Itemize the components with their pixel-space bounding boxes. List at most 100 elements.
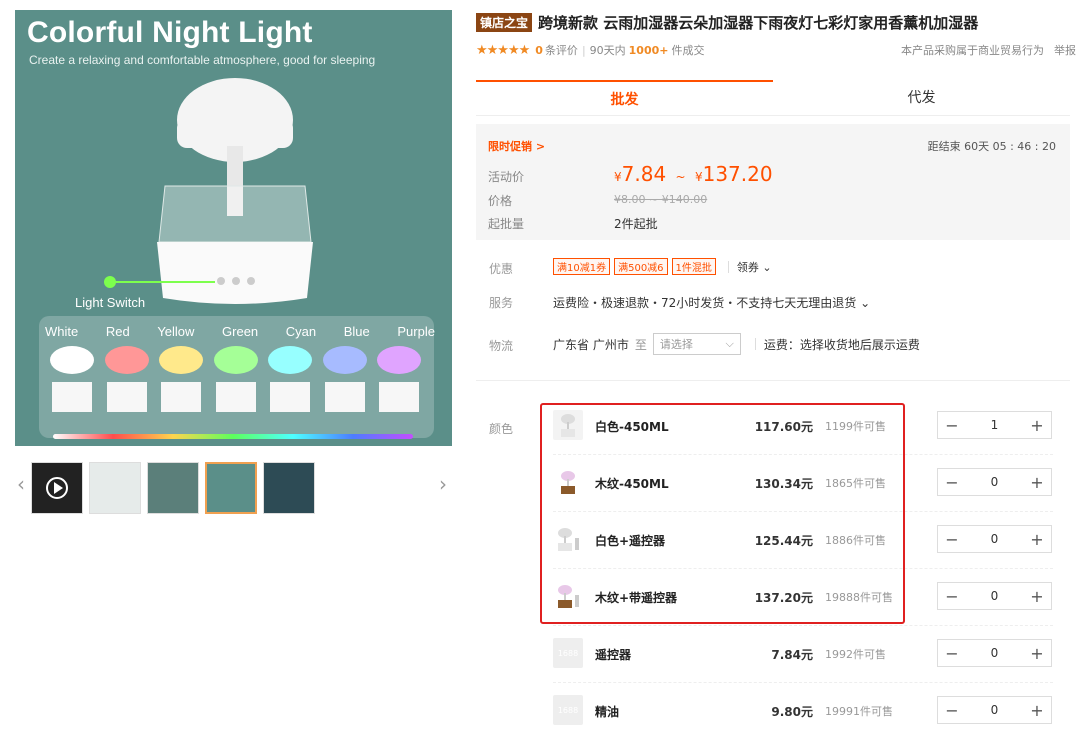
sku-name: 遥控器 bbox=[595, 648, 632, 662]
shop-tag-badge: 镇店之宝 bbox=[476, 13, 533, 32]
minus-button[interactable]: − bbox=[938, 530, 966, 549]
claim-coupon-button[interactable]: 领券 ⌄ bbox=[737, 259, 772, 275]
hero-title: Colorful Night Light bbox=[27, 16, 313, 49]
destination-select[interactable]: 请选择 ⌵ bbox=[652, 333, 741, 355]
quantity-input[interactable]: 0 bbox=[966, 589, 1023, 603]
sku-name: 精油 bbox=[595, 705, 620, 719]
color-name: Cyan bbox=[285, 324, 317, 339]
review-count[interactable]: 0 bbox=[535, 44, 543, 57]
sku-thumbnail-placeholder[interactable]: 1688 bbox=[553, 638, 583, 668]
thumbnail[interactable] bbox=[321, 462, 373, 514]
minus-button[interactable]: − bbox=[938, 587, 966, 606]
coupon-badge[interactable]: 满10减1券 bbox=[553, 258, 611, 275]
price-box: 限时促销 > 距结束 60天 05 : 46 : 20 活动价 ¥7.84 ~ … bbox=[476, 124, 1070, 240]
report-link[interactable]: 举报 bbox=[1054, 42, 1076, 58]
plus-button[interactable]: + bbox=[1023, 473, 1051, 492]
sku-stock: 1992件可售 bbox=[825, 648, 886, 661]
thumbnail-video[interactable] bbox=[31, 462, 83, 514]
selection-highlight-box bbox=[540, 403, 905, 624]
sales-count: 1000+ bbox=[628, 43, 669, 57]
separator: | bbox=[581, 43, 586, 57]
activity-price: ¥7.84 ~ ¥137.20 bbox=[614, 162, 773, 186]
original-price: ¥8.00 ~ ¥140.00 bbox=[614, 193, 708, 206]
color-name: Yellow bbox=[157, 324, 195, 339]
offers-row: 满10减1券 满500减6 1件混批 领券 ⌄ bbox=[553, 258, 772, 275]
purchase-tabs: 批发 代发 bbox=[476, 80, 1070, 116]
hero-subtitle: Create a relaxing and comfortable atmosp… bbox=[29, 53, 376, 67]
minus-button[interactable]: − bbox=[938, 644, 966, 663]
quantity-input[interactable]: 0 bbox=[966, 646, 1023, 660]
plus-button[interactable]: + bbox=[1023, 644, 1051, 663]
trade-note: 本产品采购属于商业贸易行为 bbox=[901, 44, 1044, 57]
sku-price: 7.84元 bbox=[771, 648, 813, 662]
thumbnail-active[interactable] bbox=[205, 462, 257, 514]
sales-suffix: 件成交 bbox=[671, 44, 705, 57]
plus-button[interactable]: + bbox=[1023, 701, 1051, 720]
promo-label[interactable]: 限时促销 > bbox=[488, 138, 545, 154]
shipping-origin: 广东省 广州市 bbox=[553, 337, 629, 352]
quantity-input[interactable]: 1 bbox=[966, 418, 1023, 432]
thumbnail-strip: ‹ › bbox=[15, 460, 452, 516]
sales-prefix: 90天内 bbox=[589, 44, 626, 57]
to-label: 至 bbox=[634, 337, 647, 352]
sku-color-label: 颜色 bbox=[489, 422, 514, 436]
plus-button[interactable]: + bbox=[1023, 587, 1051, 606]
thumbnail[interactable] bbox=[379, 462, 431, 514]
product-title: 跨境新款 云雨加湿器云朵加湿器下雨夜灯七彩灯家用香薰机加湿器 bbox=[538, 14, 979, 32]
next-arrow-icon[interactable]: › bbox=[439, 472, 447, 496]
sku-row: 1688 遥控器 7.84元 1992件可售 − 0 + bbox=[553, 626, 1053, 683]
quantity-input[interactable]: 0 bbox=[966, 532, 1023, 546]
rating-row: ★★★★★ 0 条评价 | 90天内 1000+ 件成交 本产品采购属于商业贸易… bbox=[476, 42, 1076, 58]
main-product-image[interactable]: Colorful Night Light Create a relaxing a… bbox=[15, 10, 452, 446]
color-name: Blue bbox=[343, 324, 370, 339]
plus-button[interactable]: + bbox=[1023, 530, 1051, 549]
plus-button[interactable]: + bbox=[1023, 416, 1051, 435]
sku-stock: 19991件可售 bbox=[825, 705, 893, 718]
service-label: 服务 bbox=[489, 296, 514, 310]
sku-row: 1688 精油 9.80元 19991件可售 − 0 + bbox=[553, 683, 1053, 736]
quantity-input[interactable]: 0 bbox=[966, 475, 1023, 489]
minus-button[interactable]: − bbox=[938, 701, 966, 720]
divider bbox=[754, 338, 756, 350]
moq-label: 起批量 bbox=[488, 217, 525, 231]
shipping-note: 运费：选择收货地后展示运费 bbox=[763, 337, 920, 352]
thumbnail[interactable] bbox=[147, 462, 199, 514]
service-value[interactable]: 运费险・极速退款・72小时发货・不支持七天无理由退货 ⌄ bbox=[553, 294, 870, 311]
thumbnail[interactable] bbox=[89, 462, 141, 514]
sku-price: 9.80元 bbox=[771, 705, 813, 719]
sku-thumbnail-placeholder[interactable]: 1688 bbox=[553, 695, 583, 725]
section-divider bbox=[476, 380, 1070, 381]
coupon-badge[interactable]: 满500减6 bbox=[614, 258, 668, 275]
thumbnail[interactable] bbox=[263, 462, 315, 514]
offers-label: 优惠 bbox=[489, 262, 514, 276]
quantity-stepper: − 0 + bbox=[937, 582, 1052, 610]
chevron-down-icon: ⌵ bbox=[725, 337, 734, 350]
moq-value: 2件起批 bbox=[614, 217, 658, 231]
color-name: White bbox=[45, 324, 79, 339]
quantity-stepper: − 0 + bbox=[937, 525, 1052, 553]
quantity-stepper: − 0 + bbox=[937, 639, 1052, 667]
countdown-timer: 距结束 60天 05 : 46 : 20 bbox=[927, 140, 1056, 153]
light-switch-label: Light Switch bbox=[75, 295, 146, 310]
minus-button[interactable]: − bbox=[938, 473, 966, 492]
prev-arrow-icon[interactable]: ‹ bbox=[17, 472, 25, 496]
star-rating-icon: ★★★★★ bbox=[476, 42, 530, 58]
rainbow-bar bbox=[53, 434, 413, 439]
price-label: 价格 bbox=[488, 194, 513, 208]
tab-wholesale[interactable]: 批发 bbox=[476, 80, 773, 115]
coupon-badge[interactable]: 1件混批 bbox=[671, 258, 716, 275]
divider bbox=[727, 260, 729, 273]
minus-button[interactable]: − bbox=[938, 416, 966, 435]
quantity-stepper: − 0 + bbox=[937, 696, 1052, 724]
quantity-input[interactable]: 0 bbox=[966, 703, 1023, 717]
product-title-row: 镇店之宝 跨境新款 云雨加湿器云朵加湿器下雨夜灯七彩灯家用香薰机加湿器 bbox=[476, 12, 1076, 33]
play-icon bbox=[46, 477, 68, 499]
logistics-row: 广东省 广州市 至 请选择 ⌵ 运费：选择收货地后展示运费 bbox=[553, 333, 920, 355]
color-name: Green bbox=[222, 324, 259, 339]
quantity-stepper: − 1 + bbox=[937, 411, 1052, 439]
tab-dropship[interactable]: 代发 bbox=[773, 80, 1070, 115]
review-label[interactable]: 条评价 bbox=[545, 42, 578, 58]
logistics-label: 物流 bbox=[489, 339, 514, 353]
quantity-stepper: − 0 + bbox=[937, 468, 1052, 496]
color-names: White Red Yellow Green Cyan Blue Purple bbox=[45, 324, 435, 339]
